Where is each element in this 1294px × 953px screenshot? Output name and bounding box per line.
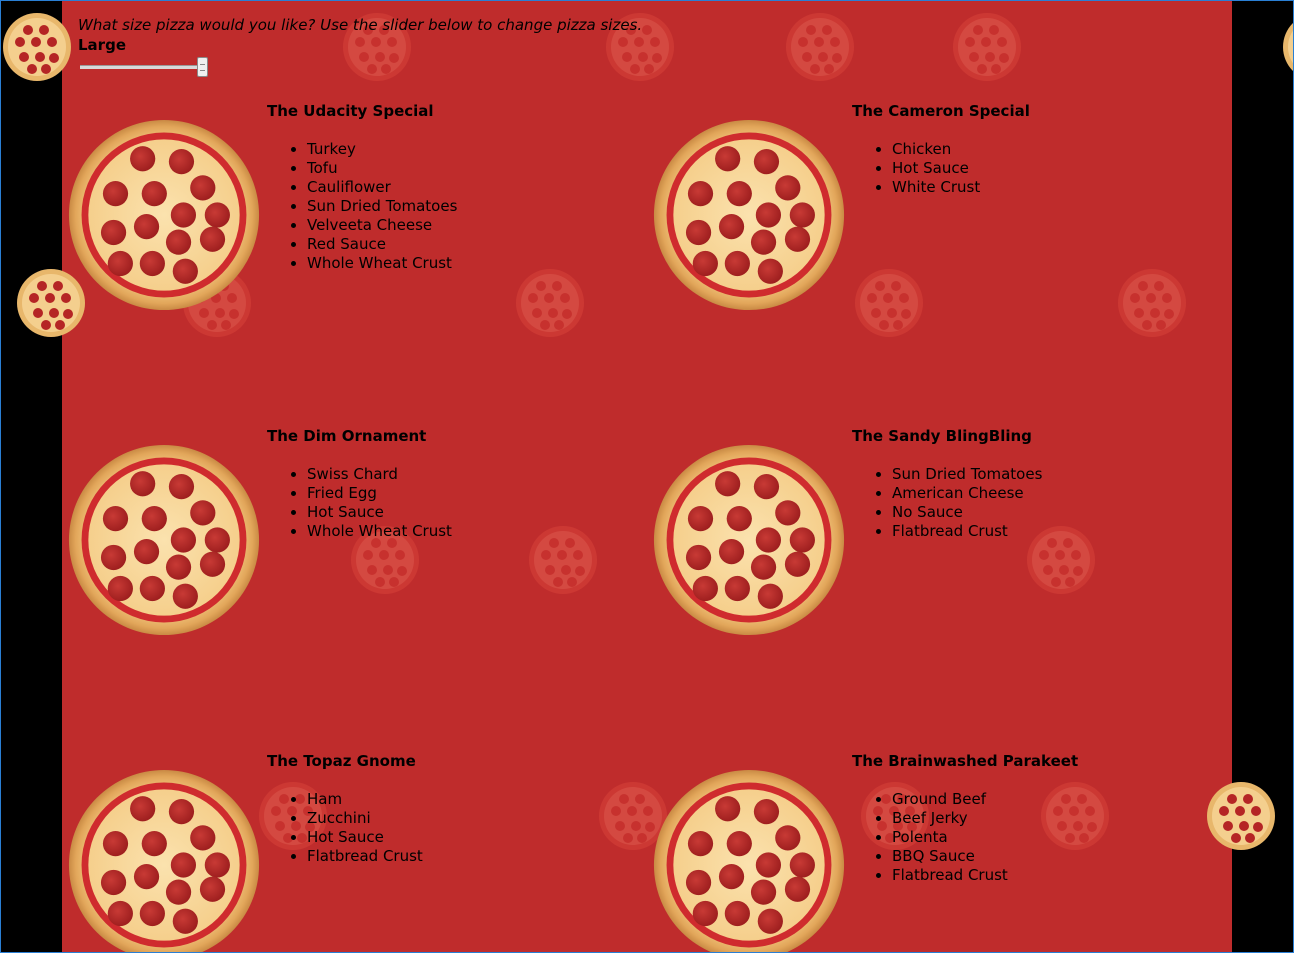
ingredient-item: Red Sauce (307, 235, 457, 254)
pizza-card: The Udacity Special Turkey Tofu Cauliflo… (62, 100, 642, 420)
ingredient-list: Chicken Hot Sauce White Crust (852, 140, 980, 197)
pizza-size-header: What size pizza would you like? Use the … (78, 14, 642, 78)
pizza-image-icon (652, 118, 846, 312)
ingredient-item: Turkey (307, 140, 457, 159)
pizza-name: The Cameron Special (852, 102, 1030, 120)
pizza-card: The Dim Ornament Swiss Chard Fried Egg H… (62, 425, 642, 745)
ingredient-list: Turkey Tofu Cauliflower Sun Dried Tomato… (267, 140, 457, 273)
ingredient-item: Velveeta Cheese (307, 216, 457, 235)
pizza-size-slider[interactable] (78, 56, 210, 78)
pizza-card: The Topaz Gnome Ham Zucchini Hot Sauce F… (62, 750, 642, 953)
ingredient-item: Sun Dried Tomatoes (892, 465, 1042, 484)
slider-thumb[interactable] (197, 57, 208, 77)
ingredient-item: BBQ Sauce (892, 847, 1008, 866)
ingredient-item: American Cheese (892, 484, 1042, 503)
pizza-card: The Cameron Special Chicken Hot Sauce Wh… (647, 100, 1227, 420)
pizza-image-icon (67, 118, 261, 312)
ingredient-list: Ground Beef Beef Jerky Polenta BBQ Sauce… (852, 790, 1008, 885)
ingredient-item: Whole Wheat Crust (307, 522, 452, 541)
ingredient-item: Ham (307, 790, 423, 809)
ingredient-item: Zucchini (307, 809, 423, 828)
pizza-image-icon (652, 443, 846, 637)
ingredient-item: Flatbread Crust (892, 522, 1042, 541)
pizza-name: The Topaz Gnome (267, 752, 416, 770)
ingredient-item: No Sauce (892, 503, 1042, 522)
ingredient-item: Hot Sauce (892, 159, 980, 178)
pizza-name: The Udacity Special (267, 102, 434, 120)
ingredient-item: Hot Sauce (307, 828, 423, 847)
ingredient-list: Swiss Chard Fried Egg Hot Sauce Whole Wh… (267, 465, 452, 541)
ingredient-item: Sun Dried Tomatoes (307, 197, 457, 216)
ingredient-item: Cauliflower (307, 178, 457, 197)
ingredient-item: Ground Beef (892, 790, 1008, 809)
pizza-size-label: Large (78, 36, 126, 54)
ingredient-item: Beef Jerky (892, 809, 1008, 828)
pizza-image-icon (67, 768, 261, 953)
ingredient-item: Flatbread Crust (307, 847, 423, 866)
pizza-card: The Sandy BlingBling Sun Dried Tomatoes … (647, 425, 1227, 745)
ingredient-item: Fried Egg (307, 484, 452, 503)
size-prompt: What size pizza would you like? Use the … (78, 16, 643, 34)
pizza-image-icon (67, 443, 261, 637)
ingredient-list: Sun Dried Tomatoes American Cheese No Sa… (852, 465, 1042, 541)
ingredient-item: Tofu (307, 159, 457, 178)
background-pizza-icon (1282, 12, 1294, 82)
pizza-name: The Brainwashed Parakeet (852, 752, 1079, 770)
ingredient-item: Hot Sauce (307, 503, 452, 522)
ingredient-item: Swiss Chard (307, 465, 452, 484)
ingredient-item: Whole Wheat Crust (307, 254, 457, 273)
pizza-name: The Dim Ornament (267, 427, 427, 445)
ingredient-item: Flatbread Crust (892, 866, 1008, 885)
ingredient-item: Polenta (892, 828, 1008, 847)
pizza-name: The Sandy BlingBling (852, 427, 1032, 445)
ingredient-item: Chicken (892, 140, 980, 159)
pizza-card: The Brainwashed Parakeet Ground Beef Bee… (647, 750, 1227, 953)
ingredient-item: White Crust (892, 178, 980, 197)
slider-track[interactable] (80, 65, 204, 69)
pizza-image-icon (652, 768, 846, 953)
ingredient-list: Ham Zucchini Hot Sauce Flatbread Crust (267, 790, 423, 866)
